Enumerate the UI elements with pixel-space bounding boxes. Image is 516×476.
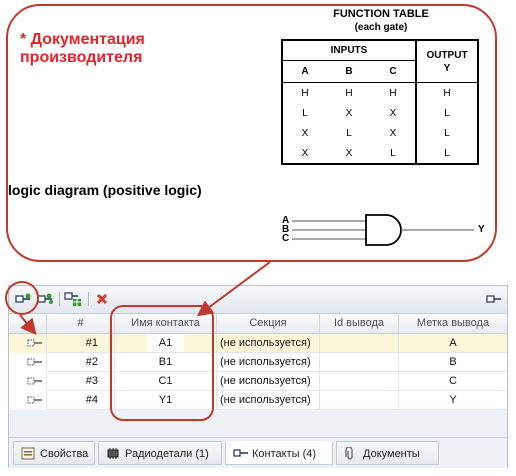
truth-cell: L bbox=[281, 103, 327, 123]
cell-contact-name[interactable]: Y1 bbox=[114, 391, 216, 410]
tab-documents[interactable]: Документы bbox=[336, 441, 439, 465]
header-section[interactable]: Секция bbox=[216, 314, 319, 333]
gate-input-c: C bbox=[282, 233, 290, 244]
and-gate-diagram bbox=[292, 214, 474, 246]
inputs-header: INPUTS bbox=[281, 39, 416, 61]
cell-pin-id[interactable] bbox=[319, 334, 398, 353]
truth-cell: H bbox=[371, 82, 416, 103]
contact-options-button[interactable] bbox=[485, 290, 503, 308]
pin-icon bbox=[233, 449, 248, 457]
truth-cell: H bbox=[327, 82, 371, 103]
cell-pin-id[interactable] bbox=[319, 372, 398, 391]
truth-cell: X bbox=[389, 107, 397, 119]
output-header-col: Y bbox=[443, 62, 451, 74]
function-table: INPUTS OUTPUT Y A B C H H H H L X X L X … bbox=[281, 39, 479, 165]
table-row[interactable]: #1 A1 (не используется) A bbox=[9, 334, 507, 353]
cell-contact-name[interactable]: C1 bbox=[114, 372, 216, 391]
tab-properties-label: Свойства bbox=[40, 448, 89, 460]
tab-components-label: Радиодетали (1) bbox=[125, 448, 209, 460]
delete-x-icon bbox=[96, 293, 108, 305]
cell-section[interactable]: (не используется) bbox=[216, 334, 319, 353]
truth-row: X X L L bbox=[281, 143, 479, 165]
pin-icon bbox=[27, 339, 42, 347]
header-contact-name[interactable]: Имя контакта bbox=[114, 314, 216, 333]
truth-row: X L X L bbox=[281, 123, 479, 143]
col-header-b: B bbox=[345, 66, 353, 77]
pin-icon bbox=[27, 377, 42, 385]
cell-number: #2 bbox=[46, 353, 114, 372]
truth-cell: L bbox=[415, 143, 479, 165]
add-contact-button[interactable] bbox=[14, 290, 32, 308]
cell-section[interactable]: (не используется) bbox=[216, 391, 319, 410]
add-contacts-button[interactable] bbox=[36, 290, 54, 308]
toolbar-separator bbox=[59, 292, 60, 306]
truth-cell: H bbox=[415, 82, 479, 103]
cell-pin-label[interactable]: A bbox=[398, 334, 507, 353]
col-header-c: C bbox=[389, 66, 397, 77]
cell-pin-id[interactable] bbox=[319, 391, 398, 410]
truth-row: L X X L bbox=[281, 103, 479, 123]
function-table-title: FUNCTION TABLE bbox=[333, 8, 429, 20]
cell-section[interactable]: (не используется) bbox=[216, 353, 319, 372]
grid-header: # Имя контакта Секция Id вывода Метка вы… bbox=[9, 314, 507, 334]
output-header-label: OUTPUT bbox=[426, 49, 468, 61]
table-row[interactable]: #2 B1 (не используется) B bbox=[9, 353, 507, 372]
cell-pin-label[interactable]: C bbox=[398, 372, 507, 391]
bottom-tabs: Свойства Радиодетали (1) Контакты (4) До… bbox=[9, 437, 507, 468]
chip-icon bbox=[107, 448, 119, 459]
logic-diagram-title: logic diagram (positive logic) bbox=[8, 182, 202, 198]
tab-components[interactable]: Радиодетали (1) bbox=[98, 441, 222, 465]
truth-cell: L bbox=[415, 103, 479, 123]
cell-pin-label[interactable]: Y bbox=[398, 391, 507, 410]
truth-cell: X bbox=[281, 123, 327, 143]
pin-icon bbox=[27, 396, 42, 404]
truth-cell: L bbox=[371, 143, 416, 165]
truth-cell: X bbox=[281, 143, 327, 165]
cell-section[interactable]: (не используется) bbox=[216, 372, 319, 391]
truth-cell: L bbox=[346, 127, 352, 139]
tab-contacts[interactable]: Контакты (4) bbox=[225, 441, 333, 465]
tab-properties[interactable]: Свойства bbox=[13, 441, 95, 465]
properties-icon bbox=[21, 447, 35, 460]
contacts-panel: # Имя контакта Секция Id вывода Метка вы… bbox=[8, 285, 508, 468]
toolbar-separator bbox=[88, 292, 89, 306]
delete-contact-button[interactable] bbox=[93, 290, 111, 308]
pin-multi-add-icon bbox=[37, 293, 53, 304]
cell-contact-name[interactable]: A1 bbox=[114, 334, 216, 353]
gate-output-y: Y bbox=[478, 224, 485, 235]
truth-cell: X bbox=[327, 143, 371, 165]
truth-cell: H bbox=[281, 82, 327, 103]
tab-contacts-label: Контакты (4) bbox=[252, 448, 317, 460]
paperclip-icon bbox=[345, 447, 353, 460]
header-rowicon bbox=[9, 314, 46, 333]
documentation-title: * Документация производителя bbox=[20, 31, 145, 66]
cell-number: #1 bbox=[46, 334, 114, 353]
header-number[interactable]: # bbox=[46, 314, 114, 333]
cell-pin-id[interactable] bbox=[319, 353, 398, 372]
pin-icon bbox=[486, 295, 501, 303]
contact-name-value: A1 bbox=[146, 334, 185, 352]
truth-cell: L bbox=[415, 123, 479, 143]
cell-number: #4 bbox=[46, 391, 114, 410]
header-pin-label[interactable]: Метка вывода bbox=[398, 314, 507, 333]
tab-documents-label: Документы bbox=[363, 448, 420, 460]
table-row[interactable]: #4 Y1 (не используется) Y bbox=[9, 391, 507, 410]
output-header: OUTPUT Y bbox=[415, 39, 479, 83]
pin-table-icon bbox=[64, 292, 81, 306]
col-header-a: A bbox=[281, 60, 327, 83]
truth-row: H H H H bbox=[281, 82, 479, 103]
pin-icon bbox=[27, 358, 42, 366]
table-row[interactable]: #3 C1 (не используется) C bbox=[9, 372, 507, 391]
toolbar bbox=[9, 286, 507, 314]
header-pin-id[interactable]: Id вывода bbox=[319, 314, 398, 333]
pin-add-icon bbox=[15, 293, 31, 303]
import-contacts-button[interactable] bbox=[64, 290, 82, 308]
function-table-subtitle: (each gate) bbox=[354, 22, 408, 33]
cell-number: #3 bbox=[46, 372, 114, 391]
cell-contact-name[interactable]: B1 bbox=[114, 353, 216, 372]
truth-cell: X bbox=[345, 107, 353, 119]
truth-cell: X bbox=[389, 127, 397, 139]
cell-pin-label[interactable]: B bbox=[398, 353, 507, 372]
